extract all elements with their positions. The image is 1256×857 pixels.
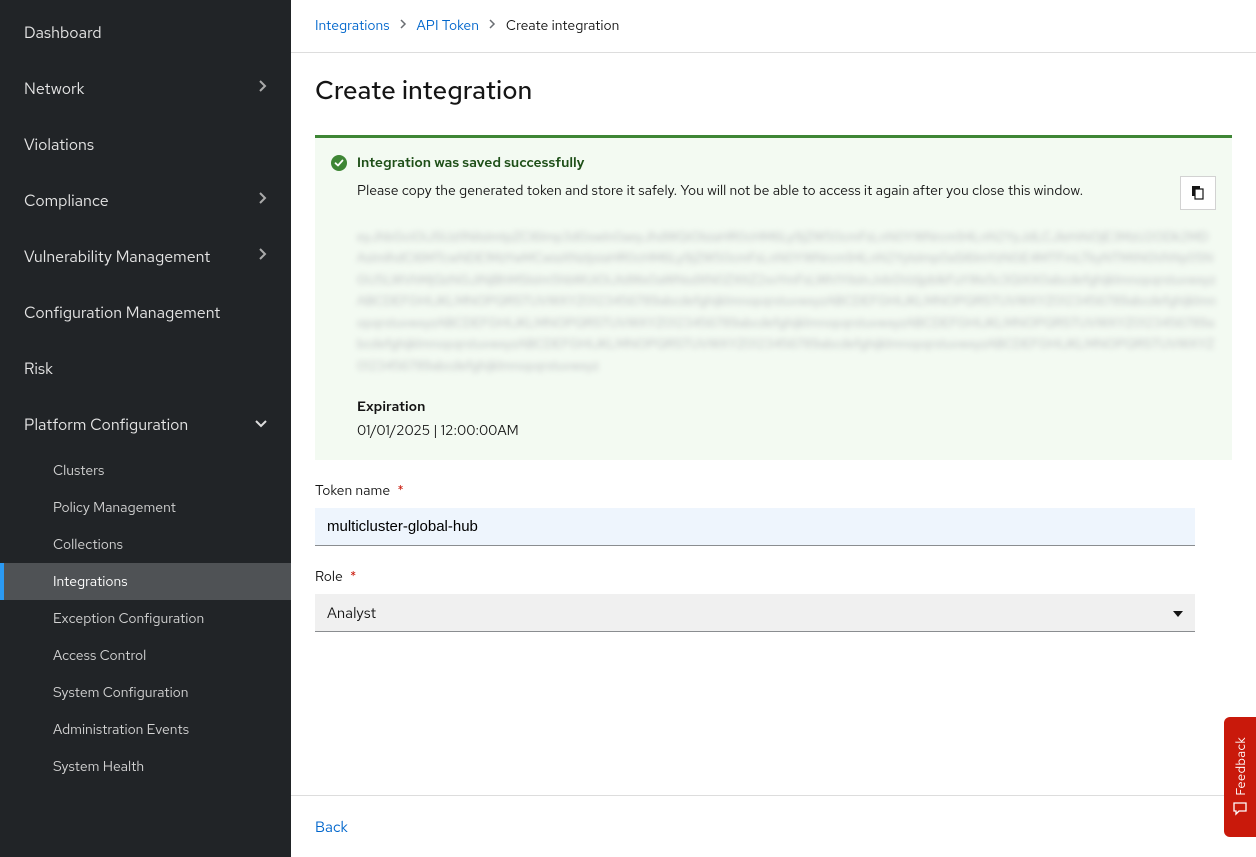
sidebar-item-label: Compliance: [24, 190, 109, 211]
alert-description: Please copy the generated token and stor…: [357, 182, 1083, 200]
subnav-item-label: Access Control: [53, 647, 146, 665]
sidebar-item-label: Vulnerability Management: [24, 246, 210, 267]
subnav-item-policy-management[interactable]: Policy Management: [0, 489, 291, 526]
sidebar-item-violations[interactable]: Violations: [0, 116, 291, 172]
sidebar-item-compliance[interactable]: Compliance: [0, 172, 291, 228]
page-title: Create integration: [315, 73, 1232, 107]
role-selected-value: Analyst: [327, 603, 376, 623]
generated-token-text: eyJhbGciOiJSUzI1NiIsImtpZCI6Imp3dGswIn0a…: [357, 226, 1216, 376]
sidebar-subnav-platform: Clusters Policy Management Collections I…: [0, 452, 291, 785]
subnav-item-label: Policy Management: [53, 499, 176, 517]
required-indicator: *: [397, 482, 403, 500]
chevron-right-icon: [259, 192, 267, 208]
sidebar-item-network[interactable]: Network: [0, 60, 291, 116]
required-indicator: *: [350, 568, 356, 586]
sidebar-item-vulnerability-management[interactable]: Vulnerability Management: [0, 228, 291, 284]
chevron-right-icon: [259, 80, 267, 96]
feedback-tab[interactable]: Feedback: [1224, 717, 1256, 837]
subnav-item-label: Exception Configuration: [53, 610, 204, 628]
subnav-item-label: System Configuration: [53, 684, 189, 702]
breadcrumb-link-api-token[interactable]: API Token: [417, 17, 479, 35]
subnav-item-access-control[interactable]: Access Control: [0, 637, 291, 674]
token-name-label: Token name *: [315, 482, 1232, 500]
success-check-icon: [331, 155, 347, 171]
subnav-item-label: Administration Events: [53, 721, 189, 739]
subnav-item-administration-events[interactable]: Administration Events: [0, 711, 291, 748]
chevron-down-icon: [255, 416, 267, 432]
breadcrumb-link-integrations[interactable]: Integrations: [315, 17, 390, 35]
subnav-item-label: Clusters: [53, 462, 104, 480]
page-footer: Back: [291, 795, 1256, 857]
expiration-label: Expiration: [357, 398, 1216, 416]
success-alert: Integration was saved successfully Pleas…: [315, 135, 1232, 460]
sidebar-item-label: Network: [24, 78, 84, 99]
back-button[interactable]: Back: [315, 817, 348, 837]
chevron-right-icon: [489, 19, 496, 33]
expiration-value: 01/01/2025 | 12:00:00AM: [357, 422, 1216, 440]
sidebar-item-platform-configuration[interactable]: Platform Configuration: [0, 396, 291, 452]
sidebar-item-dashboard[interactable]: Dashboard: [0, 4, 291, 60]
caret-down-icon: [1173, 605, 1183, 621]
sidebar: Dashboard Network Violations Compliance …: [0, 0, 291, 857]
subnav-item-integrations[interactable]: Integrations: [0, 563, 291, 600]
alert-title: Integration was saved successfully: [357, 154, 584, 172]
sidebar-item-label: Dashboard: [24, 22, 102, 43]
subnav-item-label: Integrations: [53, 573, 128, 591]
subnav-item-clusters[interactable]: Clusters: [0, 452, 291, 489]
chevron-right-icon: [259, 248, 267, 264]
label-text: Role: [315, 568, 343, 586]
sidebar-item-label: Violations: [24, 134, 94, 155]
breadcrumb-current: Create integration: [506, 17, 619, 35]
subnav-item-system-health[interactable]: System Health: [0, 748, 291, 785]
content-area: Create integration Integration was saved…: [291, 53, 1256, 795]
subnav-item-collections[interactable]: Collections: [0, 526, 291, 563]
chevron-right-icon: [400, 19, 407, 33]
feedback-label: Feedback: [1232, 737, 1249, 796]
token-name-input[interactable]: [315, 508, 1195, 546]
label-text: Token name: [315, 482, 390, 500]
breadcrumb: Integrations API Token Create integratio…: [291, 0, 1256, 53]
subnav-item-system-configuration[interactable]: System Configuration: [0, 674, 291, 711]
sidebar-item-configuration-management[interactable]: Configuration Management: [0, 284, 291, 340]
copy-icon: [1190, 184, 1206, 203]
main-panel: Integrations API Token Create integratio…: [291, 0, 1256, 857]
role-select[interactable]: Analyst: [315, 594, 1195, 632]
sidebar-item-label: Risk: [24, 358, 53, 379]
subnav-item-label: Collections: [53, 536, 123, 554]
chat-icon: [1232, 801, 1248, 817]
copy-token-button[interactable]: [1180, 176, 1216, 210]
subnav-item-exception-configuration[interactable]: Exception Configuration: [0, 600, 291, 637]
sidebar-item-label: Configuration Management: [24, 302, 220, 323]
sidebar-item-label: Platform Configuration: [24, 414, 188, 435]
subnav-item-label: System Health: [53, 758, 144, 776]
sidebar-item-risk[interactable]: Risk: [0, 340, 291, 396]
role-label: Role *: [315, 568, 1232, 586]
